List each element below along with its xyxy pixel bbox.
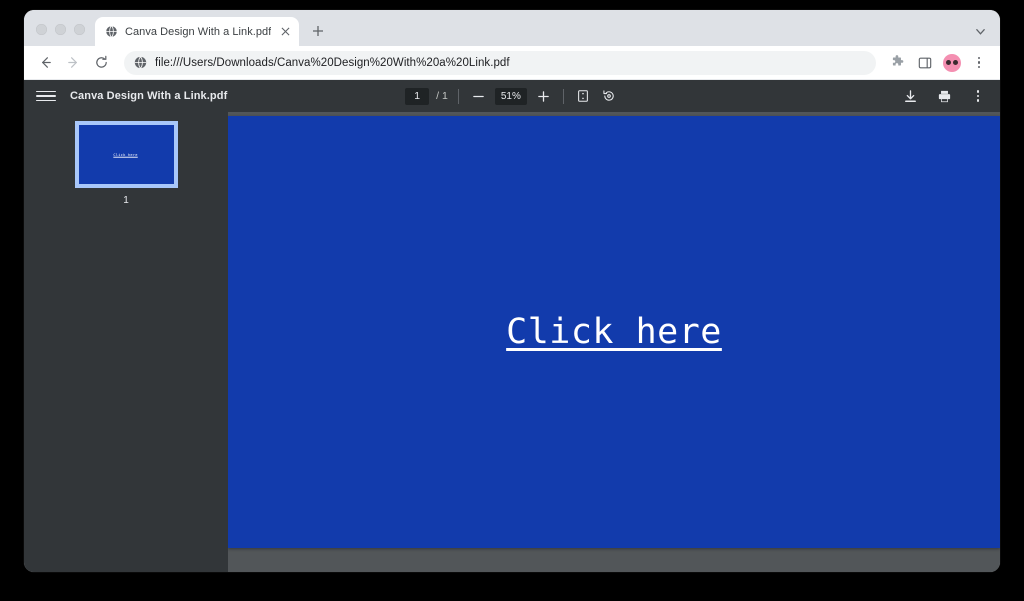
page-number-input[interactable]: 1 <box>405 87 430 105</box>
toolbar-divider <box>562 88 564 104</box>
close-icon <box>281 27 290 36</box>
browser-tab[interactable]: Canva Design With a Link.pdf <box>95 17 300 46</box>
reload-button[interactable] <box>88 50 114 76</box>
tab-title: Canva Design With a Link.pdf <box>125 25 272 38</box>
tab-strip: Canva Design With a Link.pdf <box>24 10 1000 46</box>
globe-icon <box>134 56 147 69</box>
address-bar[interactable]: file:///Users/Downloads/Canva%20Design%2… <box>124 50 876 75</box>
zoom-level-value[interactable]: 51% <box>494 87 527 105</box>
three-dot-menu-icon <box>977 56 981 69</box>
address-bar-url: file:///Users/Downloads/Canva%20Design%2… <box>155 56 510 69</box>
rotate-counterclockwise-icon <box>603 90 615 101</box>
print-button[interactable] <box>934 86 954 106</box>
window-close-button[interactable] <box>36 24 47 35</box>
globe-icon <box>105 25 118 38</box>
pdf-toolbar-right <box>900 86 988 106</box>
pdf-toolbar: Canva Design With a Link.pdf 1 / 1 51% <box>24 80 1000 112</box>
new-tab-button[interactable] <box>305 18 331 44</box>
tab-close-button[interactable] <box>278 24 293 39</box>
side-panel-button[interactable] <box>912 50 938 76</box>
back-button[interactable] <box>32 50 58 76</box>
hamburger-menu-icon[interactable] <box>36 86 56 106</box>
thumbnail-page-label: 1 <box>123 195 129 206</box>
extensions-button[interactable] <box>884 50 910 76</box>
three-dot-menu-icon <box>976 90 980 102</box>
pdf-page: Click here <box>228 116 1000 548</box>
zoom-out-button[interactable] <box>469 87 488 106</box>
thumbnail-page-preview: Click here <box>78 125 174 184</box>
fit-to-page-icon <box>578 90 589 102</box>
profile-avatar[interactable] <box>943 53 961 72</box>
tab-search-button[interactable] <box>968 19 992 43</box>
rotate-button[interactable] <box>600 87 619 106</box>
print-icon <box>938 90 950 102</box>
chevron-down-icon <box>975 28 985 35</box>
thumbnail-item[interactable]: Click here 1 <box>24 121 228 206</box>
fit-to-page-button[interactable] <box>574 87 593 106</box>
minus-icon <box>473 95 484 97</box>
window-controls <box>24 24 95 46</box>
pdf-page-area: Click here <box>228 112 1000 572</box>
browser-window: Canva Design With a Link.pdf file:///Use… <box>24 10 1000 572</box>
download-icon <box>904 89 916 102</box>
pdf-document-title: Canva Design With a Link.pdf <box>70 90 228 102</box>
browser-menu-button[interactable] <box>966 50 992 76</box>
pdf-body: Click here 1 Click here <box>24 112 1000 572</box>
puzzle-piece-icon <box>892 55 903 66</box>
pdf-toolbar-left: Canva Design With a Link.pdf <box>36 86 227 106</box>
page-thumbnail[interactable]: Click here <box>74 121 178 188</box>
download-button[interactable] <box>900 86 920 106</box>
plus-icon <box>538 90 549 102</box>
window-minimize-button[interactable] <box>55 24 66 35</box>
reload-icon <box>95 55 107 68</box>
plus-icon <box>313 26 324 36</box>
avatar-face-icon <box>946 60 958 65</box>
pdf-click-here-link[interactable]: Click here <box>506 312 722 352</box>
pdf-toolbar-center: 1 / 1 51% <box>397 87 627 106</box>
page-count-label: / 1 <box>436 90 448 102</box>
toolbar-divider <box>457 88 459 104</box>
back-arrow-icon <box>41 57 51 68</box>
thumbnail-link-text: Click here <box>113 152 139 157</box>
pdf-viewer: Canva Design With a Link.pdf 1 / 1 51% C… <box>24 80 1000 572</box>
zoom-in-button[interactable] <box>534 87 553 106</box>
browser-toolbar: file:///Users/Downloads/Canva%20Design%2… <box>24 46 1000 80</box>
window-maximize-button[interactable] <box>74 24 85 35</box>
forward-arrow-icon <box>67 57 77 68</box>
pdf-more-menu-button[interactable] <box>968 86 988 106</box>
forward-button[interactable] <box>60 50 86 76</box>
side-panel-icon <box>918 57 932 68</box>
pdf-thumbnail-sidebar: Click here 1 <box>24 112 228 572</box>
